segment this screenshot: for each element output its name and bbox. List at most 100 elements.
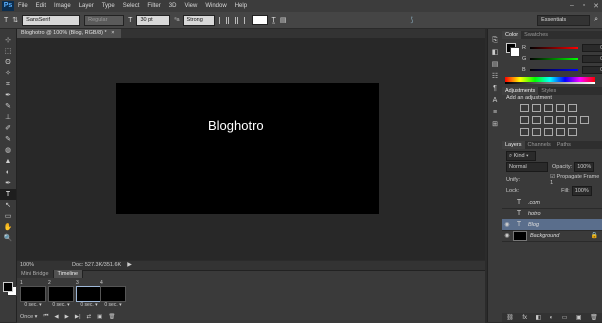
align-center-icon[interactable] — [227, 16, 236, 24]
tab-adjustments[interactable]: Adjustments — [502, 87, 539, 95]
invert-icon[interactable] — [520, 128, 529, 136]
grayscale-ramp[interactable] — [505, 82, 595, 84]
hue-saturation-icon[interactable] — [520, 116, 529, 124]
black-white-icon[interactable] — [544, 116, 553, 124]
frame-thumbnail[interactable] — [76, 286, 102, 302]
duplicate-frame-icon[interactable]: ▣ — [97, 314, 102, 320]
ps-3d-icon[interactable]: ⟆ — [410, 16, 413, 24]
frame-delay[interactable]: 0 sec. ▾ — [20, 302, 46, 309]
anti-alias-select[interactable]: Strong — [182, 14, 215, 26]
text-orientation-icon[interactable]: ⇅ — [12, 16, 18, 24]
tab-timeline[interactable]: Timeline — [53, 270, 84, 278]
menu-type[interactable]: Type — [102, 3, 115, 9]
color-balance-icon[interactable] — [532, 116, 541, 124]
tab-color[interactable]: Color — [502, 31, 522, 39]
menu-3d[interactable]: 3D — [169, 3, 177, 9]
type-tool-icon[interactable]: T — [4, 17, 8, 24]
blend-mode-select[interactable]: Normal — [506, 162, 548, 172]
exposure-icon[interactable] — [556, 104, 565, 112]
frame-delay[interactable]: 0 sec. ▾ — [48, 302, 74, 309]
zoom-tool-icon[interactable]: 🔍 — [0, 233, 16, 244]
menu-help[interactable]: Help — [235, 3, 247, 9]
next-frame-icon[interactable]: ▶| — [75, 314, 81, 320]
pen-tool-icon[interactable]: ✒ — [0, 178, 16, 189]
frame-delay[interactable]: 0 sec. ▾ — [76, 302, 102, 309]
properties-icon[interactable]: ◧ — [488, 47, 502, 59]
frame-thumbnail[interactable] — [20, 286, 46, 302]
gradient-map-icon[interactable] — [556, 128, 565, 136]
opacity-field[interactable]: 100% — [574, 162, 595, 172]
minimize-icon[interactable]: – — [566, 2, 578, 10]
layer-name[interactable]: hotro — [528, 211, 541, 217]
clone-stamp-tool-icon[interactable]: ✐ — [0, 123, 16, 134]
tab-channels[interactable]: Channels — [525, 141, 554, 149]
align-right-icon[interactable] — [236, 16, 245, 24]
character-panel-icon[interactable]: ▤ — [280, 16, 287, 24]
status-menu-arrow-icon[interactable]: ▶ — [121, 261, 132, 270]
new-group-icon[interactable]: ▭ — [562, 314, 568, 321]
align-left-icon[interactable] — [218, 16, 227, 24]
selective-color-icon[interactable] — [568, 128, 577, 136]
new-layer-icon[interactable]: ▣ — [576, 314, 582, 321]
tab-paths[interactable]: Paths — [554, 141, 574, 149]
red-value-field[interactable]: 0 — [582, 43, 602, 52]
levels-icon[interactable] — [532, 104, 541, 112]
text-align-group[interactable] — [218, 16, 246, 24]
move-tool-icon[interactable]: ⊹ — [0, 35, 16, 46]
brightness-icon[interactable] — [520, 104, 529, 112]
tab-mini-bridge[interactable]: Mini Bridge — [17, 270, 54, 278]
canvas-text-layer[interactable]: Bloghotro — [208, 118, 264, 133]
foreground-color-swatch[interactable] — [3, 282, 13, 292]
blue-slider[interactable]: B 0 — [522, 65, 602, 74]
layer-style-icon[interactable]: fx — [522, 315, 527, 321]
quick-select-tool-icon[interactable]: ✧ — [0, 68, 16, 79]
lasso-tool-icon[interactable]: ʘ — [0, 57, 16, 68]
close-icon[interactable]: ✕ — [590, 2, 602, 10]
animation-frame-selected[interactable]: 3 0 sec. ▾ — [76, 280, 102, 310]
frame-thumbnail[interactable] — [48, 286, 74, 302]
red-slider[interactable]: R 0 — [522, 43, 602, 52]
close-tab-icon[interactable]: × — [111, 30, 114, 36]
menu-edit[interactable]: Edit — [36, 3, 46, 9]
animation-frame[interactable]: 2 0 sec. ▾ — [48, 280, 74, 310]
adjustment-layer-icon[interactable]: ◐ — [550, 315, 554, 321]
menu-layer[interactable]: Layer — [79, 3, 94, 9]
eye-icon[interactable]: ◉ — [502, 232, 512, 239]
delete-frame-icon[interactable]: 🗑 — [108, 314, 115, 320]
layer-name[interactable]: Background — [530, 233, 559, 239]
document-canvas[interactable] — [116, 83, 379, 214]
history-icon[interactable]: ⎘ — [488, 35, 502, 47]
tab-styles[interactable]: Styles — [538, 87, 559, 95]
crop-tool-icon[interactable]: ⌗ — [0, 79, 16, 90]
gradient-tool-icon[interactable]: ▲ — [0, 156, 16, 167]
document-tab[interactable]: Bloghotro @ 100% (Blog, RGB/8) * × — [17, 29, 121, 38]
maximize-icon[interactable]: ▫ — [578, 2, 590, 10]
animation-frame[interactable]: 4 0 sec. ▾ — [100, 280, 126, 310]
prev-frame-icon[interactable]: ◀ — [54, 314, 58, 320]
menu-view[interactable]: View — [184, 3, 197, 9]
layer-kind-filter[interactable]: ⌕ Kind ▾ — [506, 151, 536, 161]
history-brush-tool-icon[interactable]: ✎ — [0, 134, 16, 145]
brush-presets-icon[interactable]: ⊞ — [488, 119, 502, 131]
green-slider[interactable]: G 0 — [522, 54, 602, 63]
brush-tool-icon[interactable]: ⊥ — [0, 112, 16, 123]
eyedropper-tool-icon[interactable]: ✒ — [0, 90, 16, 101]
layer-row[interactable]: ◉ Background 🔒 — [502, 230, 602, 242]
shape-tool-icon[interactable]: ▭ — [0, 211, 16, 222]
tab-layers[interactable]: Layers — [502, 141, 525, 149]
color-lookup-icon[interactable] — [580, 116, 589, 124]
animation-frame[interactable]: 1 0 sec. ▾ — [20, 280, 46, 310]
type-tool-icon[interactable]: T — [0, 189, 16, 200]
search-icon[interactable]: ⌕ — [594, 16, 598, 24]
blue-value-field[interactable]: 0 — [582, 65, 602, 74]
eraser-tool-icon[interactable]: ◍ — [0, 145, 16, 156]
fill-field[interactable]: 100% — [571, 186, 592, 196]
swatches-icon[interactable]: ☷ — [488, 71, 502, 83]
menu-filter[interactable]: Filter — [147, 3, 160, 9]
add-mask-icon[interactable]: ◧ — [536, 314, 542, 321]
first-frame-icon[interactable]: ⏮ — [43, 313, 48, 320]
layer-name[interactable]: .com — [528, 200, 540, 206]
menu-select[interactable]: Select — [123, 3, 140, 9]
curves-icon[interactable] — [544, 104, 553, 112]
loop-select[interactable]: Once ▾ — [20, 314, 37, 320]
